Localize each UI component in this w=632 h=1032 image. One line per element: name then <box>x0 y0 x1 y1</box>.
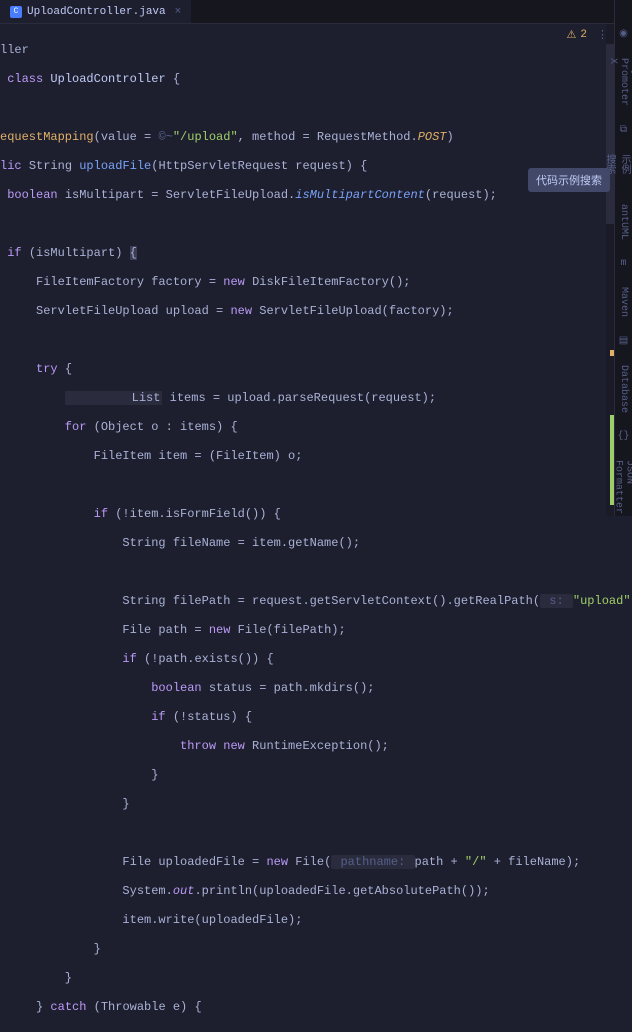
side-database[interactable]: Database <box>616 363 631 415</box>
side-key-promoter[interactable]: Key Promoter X <box>605 56 632 108</box>
brackets-icon[interactable]: {} <box>618 431 630 442</box>
database-icon[interactable]: ▤ <box>618 335 630 347</box>
code-search-icon[interactable]: ⧉ <box>618 124 630 136</box>
side-antuml[interactable]: antUML <box>616 202 631 242</box>
inspection-warnings[interactable]: ⚠ 2 ⋮ <box>567 28 608 42</box>
right-toolbar: ◉ Key Promoter X ⧉ 代码示例搜索 antUML m Maven… <box>614 0 632 516</box>
maven-icon[interactable]: m <box>618 258 630 269</box>
tooltip: 代码示例搜索 <box>528 168 610 192</box>
key-promoter-icon[interactable]: ◉ <box>618 28 630 40</box>
close-icon[interactable]: × <box>175 6 182 18</box>
tab-filename: UploadController.java <box>27 6 166 18</box>
warning-icon: ⚠ <box>567 28 577 42</box>
java-class-icon: C <box>10 6 22 18</box>
side-json-formatter[interactable]: JSON Formatter <box>611 458 632 516</box>
warning-count: 2 <box>580 29 587 41</box>
tab-bar: C UploadController.java × <box>0 0 632 24</box>
side-maven[interactable]: Maven <box>616 285 631 319</box>
file-tab[interactable]: C UploadController.java × <box>0 0 191 23</box>
